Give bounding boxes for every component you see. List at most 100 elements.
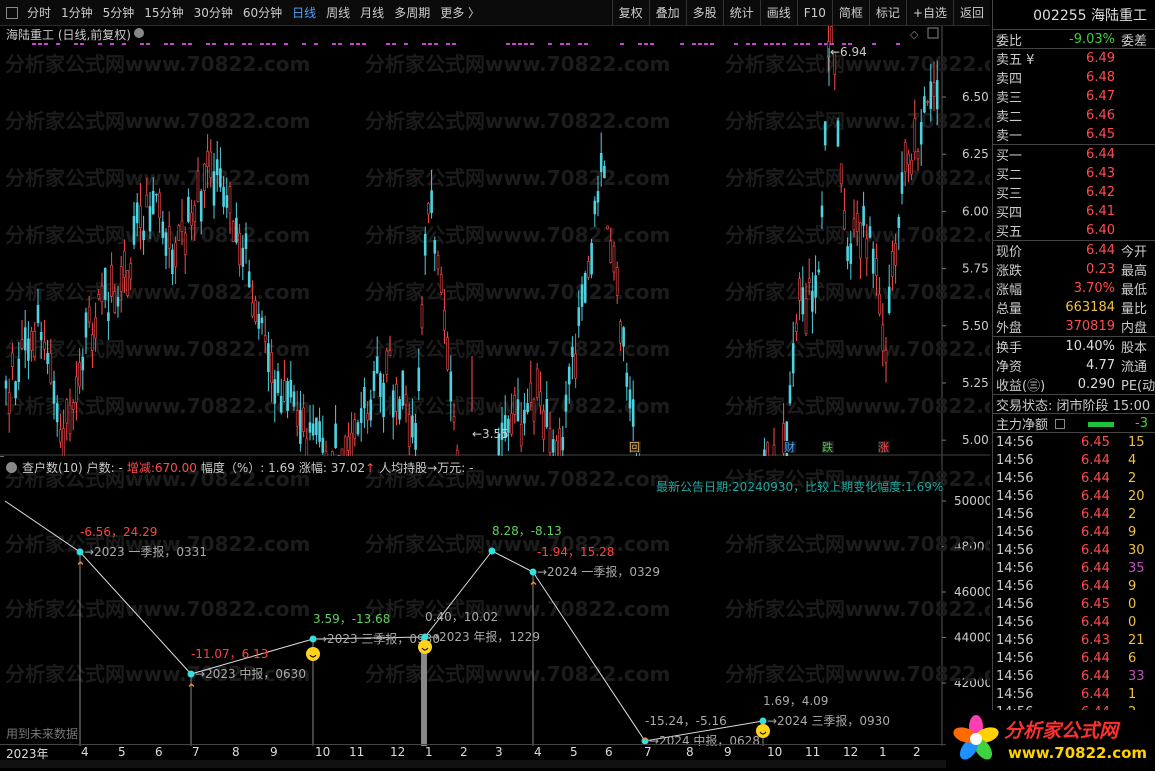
candle-body xyxy=(312,424,314,435)
signal-dot xyxy=(404,43,408,45)
candle-body xyxy=(114,291,116,312)
candle-body xyxy=(293,392,295,407)
candle-body xyxy=(264,336,266,342)
row-value: 6.49 xyxy=(1086,51,1115,66)
row-value: 663184 xyxy=(1065,300,1115,315)
toolbar-button[interactable]: 复权 xyxy=(612,0,649,26)
candle-body xyxy=(37,305,39,323)
signal-dot xyxy=(266,43,270,45)
tick-price: 6.44 xyxy=(1081,453,1110,468)
title-dropdown-icon xyxy=(134,28,144,38)
signal-dot xyxy=(566,43,570,45)
signal-dot xyxy=(302,43,306,45)
signal-dot xyxy=(680,43,684,45)
stats-list: 现价6.44今开涨跌0.23最高涨幅3.70%最低总量663184量比外盘370… xyxy=(993,241,1155,337)
toolbar-button[interactable]: F10 xyxy=(797,0,832,26)
row-label: 买五 xyxy=(996,221,1022,240)
candle-body xyxy=(424,234,426,255)
row-tail: PE(动 xyxy=(1121,375,1155,394)
candle-body xyxy=(181,221,183,232)
candle-body xyxy=(578,308,580,326)
candle-body xyxy=(280,396,282,412)
candle-body xyxy=(389,351,391,356)
toolbar-button[interactable]: 返回 xyxy=(953,0,990,26)
candle-body xyxy=(591,243,593,274)
candle-body xyxy=(245,234,247,249)
indicator-panel[interactable]: 5000048000460004400042000分析家公式网www.70822… xyxy=(0,456,990,746)
toolbar-button[interactable]: 叠加 xyxy=(649,0,686,26)
period-tab[interactable]: 30分钟 xyxy=(189,4,238,21)
indicator-note: 最新公告日期:20240930，比较上期变化幅度:1.69% xyxy=(656,478,943,495)
period-tab[interactable]: 分时 xyxy=(22,4,56,21)
candle-body xyxy=(165,233,167,256)
candle-body xyxy=(120,266,122,291)
period-tab[interactable]: 更多 〉 xyxy=(435,4,485,21)
main-flow-row: 主力净额 -3 xyxy=(993,414,1155,433)
logo-line2: www.70822.com xyxy=(1008,744,1147,762)
candle-body xyxy=(450,372,452,401)
tick-volume: 15 xyxy=(1128,435,1145,450)
toolbar-button[interactable]: 简框 xyxy=(832,0,869,26)
candle-body xyxy=(101,286,103,302)
menu-square-icon[interactable] xyxy=(6,7,18,19)
main-flow-label: 主力净额 xyxy=(996,414,1048,433)
rise-arrow: ↑ xyxy=(365,461,375,475)
signal-dot xyxy=(332,43,336,45)
row-label: 卖二 xyxy=(996,106,1022,125)
table-icon[interactable] xyxy=(1055,419,1065,429)
signal-dot xyxy=(248,43,252,45)
quote-panel: 002255 海陆重工 委比 -9.03% 委差 卖五 ¥6.49卖四6.48卖… xyxy=(992,0,1155,768)
stock-code-name: 002255 海陆重工 xyxy=(993,0,1155,30)
period-tab[interactable]: 多周期 xyxy=(389,4,435,21)
tick-list[interactable]: 14:566.451514:566.44414:566.44214:566.44… xyxy=(993,433,1155,721)
signal-dot xyxy=(170,43,174,45)
site-logo: 分析家公式网 www.70822.com xyxy=(946,710,1155,768)
period-tab[interactable]: 日线 xyxy=(287,4,321,21)
month-label: 11 xyxy=(349,745,364,759)
candle-body xyxy=(197,171,199,201)
tick-time: 14:56 xyxy=(996,561,1033,576)
candle-body xyxy=(853,219,855,230)
candle-body xyxy=(56,403,58,422)
stat-row: 外盘370819内盘 xyxy=(993,317,1155,336)
candle-body xyxy=(309,423,311,433)
period-tab[interactable]: 周线 xyxy=(321,4,355,21)
candle-body xyxy=(319,422,321,442)
period-tab[interactable]: 5分钟 xyxy=(98,4,140,21)
toolbar-button[interactable]: +自选 xyxy=(906,0,953,26)
candle-body xyxy=(40,332,42,339)
period-tab[interactable]: 1分钟 xyxy=(56,4,98,21)
candle-body xyxy=(546,399,548,426)
row-value: 10.40% xyxy=(1065,339,1115,354)
candle-body xyxy=(597,191,599,202)
candle-body xyxy=(271,352,273,382)
candle-body xyxy=(66,400,68,424)
tick-time: 14:56 xyxy=(996,579,1033,594)
period-tab[interactable]: 月线 xyxy=(355,4,389,21)
toolbar-button[interactable]: 统计 xyxy=(723,0,760,26)
toolbar-button[interactable]: 画线 xyxy=(760,0,797,26)
signal-dot xyxy=(44,43,48,45)
ind-tick: 44000 xyxy=(954,631,990,645)
price-tick: 5.50 xyxy=(962,319,989,333)
candle-body xyxy=(629,390,631,408)
period-tab[interactable]: 15分钟 xyxy=(139,4,188,21)
dropdown-circle-icon[interactable] xyxy=(6,462,17,473)
toolbar-button[interactable]: 多股 xyxy=(686,0,723,26)
month-label: 1 xyxy=(879,745,887,759)
tick-time: 14:56 xyxy=(996,453,1033,468)
month-label: 11 xyxy=(805,745,820,759)
tick-time: 14:56 xyxy=(996,507,1033,522)
kline-panel[interactable]: 6.506.256.005.755.505.255.004.754.504.25… xyxy=(0,26,990,456)
toolbar-button[interactable]: 标记 xyxy=(869,0,906,26)
data-point xyxy=(760,718,767,725)
data-point xyxy=(530,569,537,576)
row-value: 6.45 xyxy=(1086,127,1115,142)
candle-body xyxy=(530,383,532,402)
signal-dot xyxy=(110,43,114,45)
period-tab[interactable]: 60分钟 xyxy=(238,4,287,21)
month-label: 6 xyxy=(605,745,613,759)
candle-body xyxy=(847,246,849,260)
tick-time: 14:56 xyxy=(996,435,1033,450)
row-label: 总量 xyxy=(996,298,1022,317)
